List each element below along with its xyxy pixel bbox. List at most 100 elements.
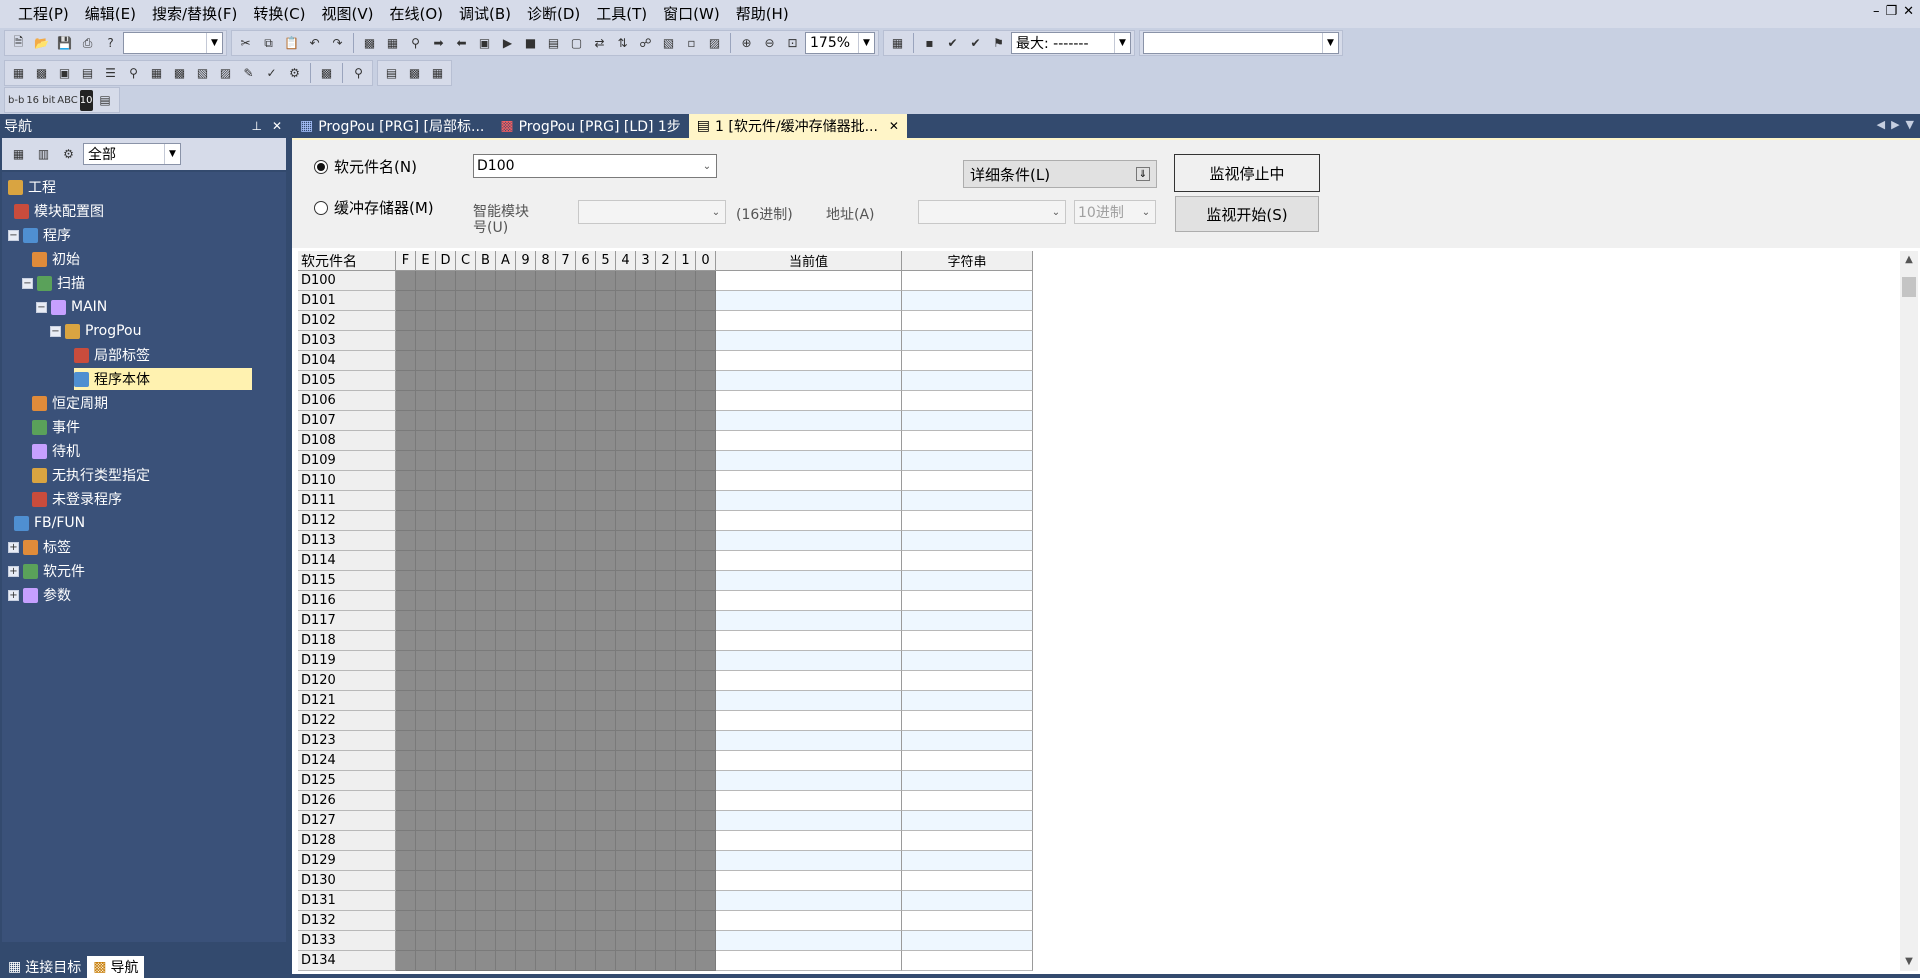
bit-cell[interactable]: [696, 851, 716, 871]
tree-item[interactable]: 初始: [32, 248, 80, 270]
collapse-icon[interactable]: −: [50, 325, 61, 337]
print-icon[interactable]: ⎙: [77, 33, 98, 54]
bit-cell[interactable]: [416, 891, 436, 911]
bit-cell[interactable]: [676, 671, 696, 691]
bit-cell[interactable]: [636, 271, 656, 291]
bit-cell[interactable]: [436, 511, 456, 531]
string-cell[interactable]: [902, 451, 1033, 471]
bit-cell[interactable]: [436, 551, 456, 571]
bit-cell[interactable]: [456, 691, 476, 711]
bit-cell[interactable]: [476, 471, 496, 491]
bit-cell[interactable]: [596, 571, 616, 591]
bit-cell[interactable]: [696, 651, 716, 671]
bit-cell[interactable]: [576, 531, 596, 551]
bit-cell[interactable]: [396, 451, 416, 471]
string-cell[interactable]: [902, 551, 1033, 571]
bit-cell[interactable]: [556, 831, 576, 851]
tree-item[interactable]: 模块配置图: [14, 200, 104, 222]
bit-cell[interactable]: [536, 411, 556, 431]
tree-expand-icon[interactable]: ▦: [8, 144, 29, 165]
bit-cell[interactable]: [596, 871, 616, 891]
bit-cell[interactable]: [576, 371, 596, 391]
bit-cell[interactable]: [676, 531, 696, 551]
bit-cell[interactable]: [416, 351, 436, 371]
close-icon[interactable]: ✕: [272, 119, 282, 133]
string-cell[interactable]: [902, 591, 1033, 611]
bit-cell[interactable]: [516, 511, 536, 531]
square-icon[interactable]: ▪: [919, 33, 940, 54]
bit-cell[interactable]: [456, 831, 476, 851]
menu-item[interactable]: 转换(C): [245, 0, 313, 28]
bit-cell[interactable]: [456, 451, 476, 471]
device-name-cell[interactable]: D104: [298, 351, 396, 371]
current-value-cell[interactable]: [716, 791, 902, 811]
bit-cell[interactable]: [616, 891, 636, 911]
bit-cell[interactable]: [436, 431, 456, 451]
bit-cell[interactable]: [596, 331, 616, 351]
bit-cell[interactable]: [656, 711, 676, 731]
bit-cell[interactable]: [496, 291, 516, 311]
bit-cell[interactable]: [516, 491, 536, 511]
string-cell[interactable]: [902, 371, 1033, 391]
bit-cell[interactable]: [656, 771, 676, 791]
bit-cell[interactable]: [696, 591, 716, 611]
bit-cell[interactable]: [476, 731, 496, 751]
bit-cell[interactable]: [476, 511, 496, 531]
bit-cell[interactable]: [636, 511, 656, 531]
tree-item[interactable]: + 软元件: [8, 560, 85, 582]
bit-cell[interactable]: [516, 711, 536, 731]
string-cell[interactable]: [902, 891, 1033, 911]
bit-cell[interactable]: [396, 631, 416, 651]
tree-item[interactable]: FB/FUN: [14, 512, 85, 534]
tree-item[interactable]: − MAIN: [36, 296, 107, 318]
bit-cell[interactable]: [396, 411, 416, 431]
expand-icon[interactable]: +: [8, 565, 19, 577]
run-icon[interactable]: ▶: [497, 33, 518, 54]
current-value-cell[interactable]: [716, 731, 902, 751]
bit-cell[interactable]: [476, 751, 496, 771]
bit-cell[interactable]: [396, 431, 416, 451]
bit-cell[interactable]: [396, 571, 416, 591]
bit-cell[interactable]: [516, 631, 536, 651]
bit-cell[interactable]: [596, 931, 616, 951]
bit-cell[interactable]: [556, 591, 576, 611]
bit-cell[interactable]: [576, 791, 596, 811]
bit-cell[interactable]: [676, 571, 696, 591]
device-name-input[interactable]: D100 ⌄: [473, 154, 717, 178]
bit-cell[interactable]: [576, 871, 596, 891]
bit-cell[interactable]: [396, 671, 416, 691]
bit-cell[interactable]: [416, 811, 436, 831]
menu-item[interactable]: 编辑(E): [77, 0, 144, 28]
bit-cell[interactable]: [496, 671, 516, 691]
bit-cell[interactable]: [456, 431, 476, 451]
bit-cell[interactable]: [536, 871, 556, 891]
bit-cell[interactable]: [476, 311, 496, 331]
expand-icon[interactable]: +: [8, 541, 19, 553]
connection-icon[interactable]: ▦: [887, 33, 908, 54]
bit-cell[interactable]: [636, 331, 656, 351]
bit-cell[interactable]: [536, 611, 556, 631]
bit-cell[interactable]: [636, 871, 656, 891]
bit-cell[interactable]: [416, 611, 436, 631]
string-cell[interactable]: [902, 511, 1033, 531]
bit-cell[interactable]: [556, 651, 576, 671]
bit-cell[interactable]: [416, 731, 436, 751]
bit-cell[interactable]: [416, 791, 436, 811]
bit-cell[interactable]: [396, 711, 416, 731]
bit-cell[interactable]: [556, 671, 576, 691]
string-cell[interactable]: [902, 691, 1033, 711]
bit-cell[interactable]: [396, 351, 416, 371]
bit-cell[interactable]: [456, 291, 476, 311]
bit-cell[interactable]: [556, 731, 576, 751]
bit-cell[interactable]: [676, 471, 696, 491]
bit-cell[interactable]: [496, 951, 516, 971]
bit-cell[interactable]: [596, 271, 616, 291]
bit-cell[interactable]: [476, 331, 496, 351]
bit-cell[interactable]: [576, 831, 596, 851]
string-cell[interactable]: [902, 311, 1033, 331]
bit-cell[interactable]: [576, 671, 596, 691]
bit-cell[interactable]: [696, 391, 716, 411]
bit-cell[interactable]: [416, 751, 436, 771]
bit-cell[interactable]: [676, 811, 696, 831]
bit-cell[interactable]: [636, 751, 656, 771]
